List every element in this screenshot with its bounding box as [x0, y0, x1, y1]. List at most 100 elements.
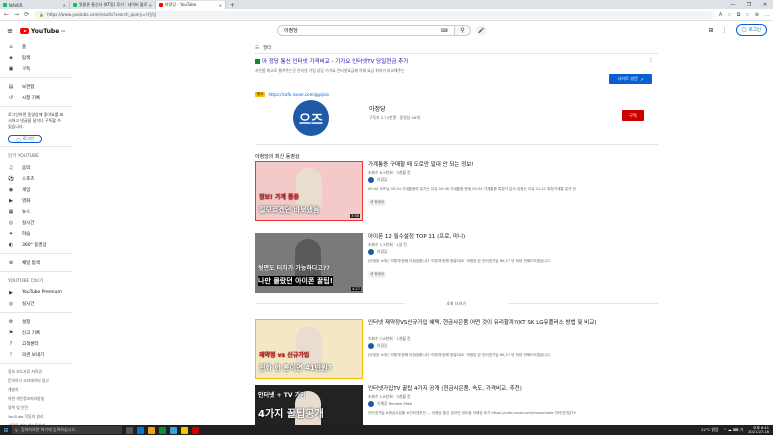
video-channel[interactable]: 아정당	[368, 177, 387, 183]
taskbar-app-icon[interactable]	[192, 426, 199, 434]
taskbar-app-icon[interactable]	[170, 426, 177, 434]
video-title[interactable]: 인터넷 재약정VS신규가입 혜택, 현금사은품 어떤 것이 유리할까?(KT S…	[368, 319, 653, 327]
sidebar-item[interactable]: ▶ 영화	[0, 195, 72, 206]
read-aloud-icon[interactable]: A	[719, 12, 722, 18]
tab-label: 알뜰폰 통신사 (KT망) 후기 : 네이버 블로그	[79, 2, 147, 7]
sidebar-item-browse-channels[interactable]: ⊕ 채널 탐색	[0, 257, 72, 268]
video-channel[interactable]: 아정당	[368, 249, 387, 255]
taskbar-app-icon[interactable]	[181, 426, 188, 434]
sidebar-item[interactable]: ! 의견 보내기	[0, 349, 72, 360]
youtube-logo[interactable]: YouTube KR	[20, 28, 65, 35]
video-title[interactable]: 아이폰 12 필수설정 TOP 11 (프로, 미니)	[368, 233, 653, 241]
video-thumbnail[interactable]: 인터넷 + TV 가입 4가지 꿀팁공개	[255, 385, 363, 425]
maximize-button[interactable]: ❐	[741, 2, 757, 8]
sidebar-item[interactable]: ▶ YouTube Premium	[0, 287, 72, 298]
close-tab-icon[interactable]: ✕	[63, 3, 66, 8]
channel-name[interactable]: 아정당	[369, 104, 386, 113]
sidebar-item[interactable]: ▤ 보관함	[0, 81, 72, 92]
visit-site-button[interactable]: 사이트 방문 ↗	[609, 74, 652, 84]
taskbar-app-icon[interactable]	[148, 426, 155, 434]
footer-link[interactable]: 정보 보도자료 저작권	[0, 367, 72, 376]
channel-avatar[interactable]: 으즈	[293, 100, 329, 136]
video-thumbnail[interactable]: 뒷면도 터치가 가능하다고?? 나만 몰랐던 아이폰 꿀팁! 4:27	[255, 233, 363, 293]
collections-icon[interactable]: ⊕	[755, 12, 759, 18]
search-input[interactable]: 아정당 ⌨	[277, 25, 455, 36]
video-result[interactable]: 정보! 가계 통증 절모르겠던 바보냈음 3:58 가계통증 구매할 때 도로만 일대…	[255, 161, 658, 221]
footer-link[interactable]: 약관 개인정보처리방침	[0, 394, 72, 403]
close-tab-icon[interactable]: ✕	[149, 3, 152, 8]
tray-icons[interactable]: ^ ☁ ⌨ 가	[724, 427, 744, 433]
minimize-button[interactable]: —	[725, 2, 741, 8]
keyboard-icon[interactable]: ⌨	[441, 28, 448, 34]
video-thumbnail[interactable]: 재약정 vs 신규가입 전화 한 통이면 41만원?	[255, 319, 363, 379]
show-more-button[interactable]: 4개 더보기	[255, 301, 658, 307]
video-thumbnail[interactable]: 정보! 가계 통증 절모르겠던 바보냈음 3:58	[255, 161, 363, 221]
close-window-button[interactable]: ✕	[757, 2, 773, 8]
new-tab-button[interactable]: +	[226, 2, 239, 9]
taskbar-search[interactable]: ⚲ 검색하려면 여기에 입력하십시오.	[12, 426, 122, 434]
split-screen-icon[interactable]: ⧉	[737, 12, 741, 18]
sidebar-item[interactable]: ◈ 탐색	[0, 52, 72, 63]
sidebar-item[interactable]: ◎ 실시간	[0, 298, 72, 309]
taskbar-app-icon[interactable]	[159, 426, 166, 434]
sign-in-button[interactable]: ◯ 로그인	[735, 24, 767, 36]
search-ad[interactable]: 아 정당 통신 인터넷 가격비교 - 기가요 인터넷TV 당일현금 추가 사은품…	[255, 57, 658, 97]
favorites-icon[interactable]: ☆	[745, 12, 749, 18]
sidebar-item[interactable]: ◐ 360° 동영상	[0, 239, 72, 250]
footer-link[interactable]: YouTube 작동의 원리	[0, 412, 72, 421]
sidebar-item[interactable]: ✦ 학습	[0, 228, 72, 239]
sidebar-sign-in-button[interactable]: ◯ 로그인	[8, 135, 42, 143]
sidebar-item[interactable]: ◉ 게임	[0, 184, 72, 195]
ad-link[interactable]: 광고 https://cafe.naver.com/ggsjoin	[255, 92, 658, 97]
tab-label: NAVER	[9, 2, 23, 8]
sidebar-item[interactable]: ⚽ 스포츠	[0, 173, 72, 184]
windows-start-icon[interactable]: ⊞	[0, 427, 12, 434]
more-options-icon[interactable]: ⋮	[722, 27, 728, 34]
video-channel[interactable]: 아정당	[368, 343, 387, 349]
browser-tab[interactable]: NAVER ✕	[0, 1, 70, 9]
ad-menu-icon[interactable]: ⋮	[648, 57, 654, 64]
voice-search-button[interactable]: 🎤	[476, 25, 487, 36]
sidebar-item[interactable]: ⚙ 설정	[0, 316, 72, 327]
video-channel[interactable]: 이해강 Review Mike	[368, 401, 412, 407]
channel-meta: 구독자 2.71만명 · 동영상 46개	[369, 115, 420, 120]
weather-status[interactable]: 22°C 맑음	[701, 427, 719, 433]
sidebar-item[interactable]: ? 고객센터	[0, 338, 72, 349]
video-title[interactable]: 가계통증 구매할 때 도로만 일대 안 되는 정보!	[368, 161, 653, 169]
close-tab-icon[interactable]: ✕	[219, 3, 222, 8]
back-button[interactable]: ←	[4, 11, 9, 18]
forward-button[interactable]: →	[14, 11, 19, 18]
sidebar-item[interactable]: ⚑ 신고 기록	[0, 327, 72, 338]
apps-icon[interactable]: ⊞	[709, 27, 714, 34]
filter-button[interactable]: ☷ 필터	[255, 45, 271, 52]
channel-result[interactable]: 으즈 아정당 구독자 2.71만명 · 동영상 46개 구독	[255, 100, 658, 138]
sidebar-item[interactable]: ▦ 뉴스	[0, 206, 72, 217]
footer-link[interactable]: 개발자	[0, 385, 72, 394]
sidebar-item[interactable]: ♫ 음악	[0, 162, 72, 173]
video-result[interactable]: 인터넷 + TV 가입 4가지 꿀팁공개 인터넷가입TV 꿀팁 4가지 공개 (현금…	[255, 385, 658, 425]
account-icon: ◯	[741, 27, 747, 33]
video-result[interactable]: 뒷면도 터치가 가능하다고?? 나만 몰랐던 아이폰 꿀팁! 4:27 아이폰 12 …	[255, 233, 658, 293]
footer-link[interactable]: 문의하기 크리에이터 광고	[0, 376, 72, 385]
search-button[interactable]: ⚲	[455, 25, 471, 36]
clock[interactable]: 오후 6:41 2021-07-16	[748, 426, 769, 434]
sidebar-item[interactable]: ↺ 시청 기록	[0, 92, 72, 103]
settings-more-icon[interactable]: …	[764, 12, 769, 18]
hamburger-menu-icon[interactable]: ≡	[0, 27, 20, 35]
sidebar-item[interactable]: ▣ 구독	[0, 63, 72, 74]
favorite-icon[interactable]: ☆	[727, 12, 731, 18]
taskbar-app-icon[interactable]	[137, 426, 144, 434]
footer-link[interactable]: 정책 및 안전	[0, 403, 72, 412]
browser-tab[interactable]: 알뜰폰 통신사 (KT망) 후기 : 네이버 블로그 ✕	[70, 1, 156, 9]
subscribe-button[interactable]: 구독	[622, 110, 644, 121]
sidebar-item[interactable]: ⌂ 홈	[0, 41, 72, 52]
video-result[interactable]: 재약정 vs 신규가입 전화 한 통이면 41만원? 인터넷 재약정VS신규가입 혜…	[255, 319, 658, 379]
ad-title[interactable]: 아 정당 통신 인터넷 가격비교 - 기가요 인터넷TV 당일현금 추가	[255, 57, 658, 65]
taskbar-app-icon[interactable]	[126, 426, 133, 434]
url-field[interactable]: 🔒 https://www.youtube.com/results?search_…	[34, 10, 714, 19]
sidebar-item[interactable]: ◎ 실시간	[0, 217, 72, 228]
browser-tab-active[interactable]: 아정당 - YouTube ✕	[156, 1, 226, 9]
video-duration: 3:58	[350, 214, 360, 218]
video-title[interactable]: 인터넷가입TV 꿀팁 4가지 공개 (현금사은품, 속도, 가격비교, 추천)	[368, 385, 653, 393]
reload-button[interactable]: ⟳	[24, 11, 29, 18]
